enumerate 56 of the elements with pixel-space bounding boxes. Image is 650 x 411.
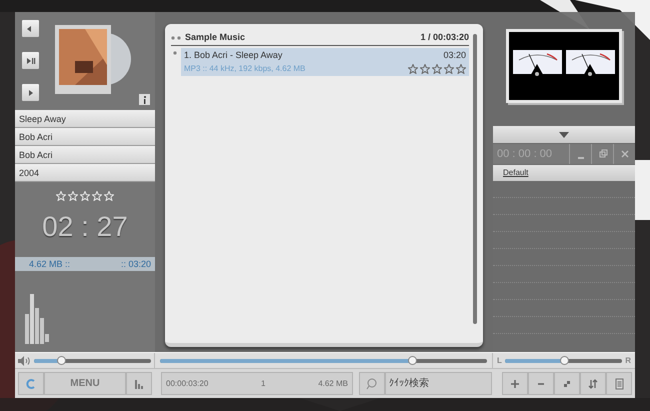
preset-link[interactable]: Default xyxy=(503,167,528,179)
playlist-title: Sample Music xyxy=(185,30,246,44)
track-count: 1 xyxy=(261,378,266,390)
star-icon[interactable] xyxy=(432,64,442,74)
star-icon[interactable] xyxy=(444,64,454,74)
elapsed-time: 00:00:03:20 xyxy=(166,378,208,390)
restore-icon xyxy=(598,149,608,159)
volume-slider[interactable] xyxy=(34,356,151,365)
caret-icon xyxy=(559,132,569,138)
play-pause-button[interactable] xyxy=(22,52,39,69)
info-icon[interactable] xyxy=(139,94,150,105)
next-button[interactable] xyxy=(22,84,39,101)
bars-button[interactable] xyxy=(126,372,152,395)
balance-right-label: R xyxy=(625,354,631,366)
slider-thumb[interactable] xyxy=(560,356,569,365)
file-size: 4.62 MB :: xyxy=(28,258,70,271)
balance-slider[interactable] xyxy=(504,356,622,365)
playback-time: 02 : 27 xyxy=(41,211,129,243)
track-duration: :: 03:20 xyxy=(120,258,151,271)
minimize-icon xyxy=(578,157,584,159)
seek-slider[interactable] xyxy=(160,356,487,365)
bars-icon xyxy=(133,378,145,390)
squares-button[interactable] xyxy=(554,372,580,395)
close-icon xyxy=(620,149,630,159)
track-field: 2004 xyxy=(15,164,155,182)
star-icon[interactable] xyxy=(420,64,430,74)
track-field: Bob Acri xyxy=(15,146,155,164)
arrows-button[interactable] xyxy=(580,372,606,395)
level-meter-drawing xyxy=(25,294,51,346)
track-length: 03:20 xyxy=(443,49,466,62)
search-button[interactable] xyxy=(359,372,385,395)
star-icon[interactable] xyxy=(408,64,418,74)
previous-button[interactable] xyxy=(22,20,39,37)
star-icon[interactable] xyxy=(456,64,466,74)
track-field: Sleep Away xyxy=(15,110,155,128)
dot-icon xyxy=(173,51,177,55)
track-details: MP3 :: 44 kHz, 192 kbps, 4.62 MB xyxy=(184,62,306,74)
playlist-summary: 1 / 00:03:20 xyxy=(420,30,469,44)
track-field: Bob Acri xyxy=(15,128,155,146)
slider-thumb[interactable] xyxy=(408,356,417,365)
search-field[interactable]: ｸｲｯｸ検索 xyxy=(385,372,492,395)
search-icon xyxy=(366,378,378,390)
arrows-icon xyxy=(587,378,599,390)
speaker-icon[interactable] xyxy=(18,356,31,366)
add-button[interactable] xyxy=(502,372,528,395)
track-title: 1. Bob Acri - Sleep Away xyxy=(184,49,282,62)
dots-icon[interactable] xyxy=(171,36,181,40)
document-button[interactable] xyxy=(606,372,632,395)
slider-thumb[interactable] xyxy=(56,356,66,365)
total-size: 4.62 MB xyxy=(318,378,348,390)
add-icon xyxy=(509,378,521,390)
document-icon xyxy=(613,378,625,390)
arrow-button[interactable] xyxy=(18,372,44,395)
scrollbar[interactable] xyxy=(473,34,477,324)
balance-left-label: L xyxy=(497,354,502,366)
playlist-row[interactable]: 1. Bob Acri - Sleep Away 03:20 MP3 :: 44 kHz, 192 kbps, 4.62 MB xyxy=(181,48,469,76)
